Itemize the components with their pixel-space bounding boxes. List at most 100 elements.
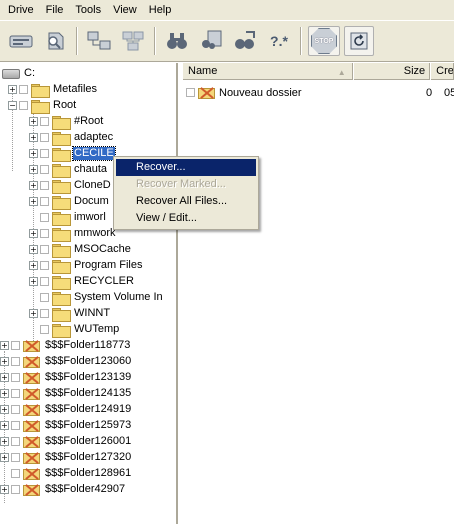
mark-checkbox[interactable]	[40, 213, 49, 222]
expand-icon[interactable]: +	[29, 117, 38, 126]
mark-checkbox[interactable]	[11, 453, 20, 462]
expand-icon[interactable]: +	[0, 421, 9, 430]
tree-item-root-child[interactable]: + CECILE	[29, 146, 116, 162]
expand-icon[interactable]: +	[29, 245, 38, 254]
tree-item-root-child[interactable]: + adaptec	[29, 130, 114, 146]
tree-drive-c[interactable]: C:	[2, 66, 36, 81]
tree-item-root-child[interactable]: + Docum	[29, 194, 110, 210]
tree-item-deleted-folder[interactable]: + $$$Folder42907	[0, 482, 126, 497]
mark-checkbox[interactable]	[11, 341, 20, 350]
expand-icon[interactable]: +	[0, 405, 9, 414]
tree-item-root-child[interactable]: + #Root	[29, 114, 104, 130]
mark-checkbox[interactable]	[40, 309, 49, 318]
expand-icon[interactable]: +	[29, 277, 38, 286]
collapse-icon[interactable]: −	[8, 101, 17, 110]
expand-icon[interactable]: +	[0, 485, 9, 494]
tree-item-root-child[interactable]: + mmwork	[29, 226, 117, 242]
list-item[interactable]: Nouveau dossier 0 05	[186, 85, 454, 100]
expand-icon[interactable]: +	[0, 389, 9, 398]
scan-icon[interactable]	[40, 26, 70, 56]
mark-checkbox[interactable]	[40, 165, 49, 174]
tree-item-deleted-folder[interactable]: + $$$Folder123139	[0, 370, 132, 385]
binoculars-icon[interactable]	[162, 26, 192, 56]
expand-icon[interactable]: +	[29, 149, 38, 158]
mark-checkbox[interactable]	[186, 88, 195, 97]
mark-checkbox[interactable]	[11, 389, 20, 398]
mark-checkbox[interactable]	[40, 181, 49, 190]
mark-checkbox[interactable]	[40, 133, 49, 142]
tree-item-root-child[interactable]: imworl	[29, 210, 107, 226]
mark-checkbox[interactable]	[40, 197, 49, 206]
menu-item-recover-all[interactable]: Recover All Files...	[116, 193, 256, 210]
tree-item-root-child[interactable]: + MSOCache	[29, 242, 132, 258]
tree-item-deleted-folder[interactable]: + $$$Folder127320	[0, 450, 132, 465]
expand-icon[interactable]: +	[0, 373, 9, 382]
expand-icon[interactable]: +	[0, 357, 9, 366]
tree-item-deleted-folder[interactable]: + $$$Folder126001	[0, 434, 132, 449]
mark-checkbox[interactable]	[11, 485, 20, 494]
folder-tree[interactable]: C: + Metafiles − Root + #Root + adaptec + C…	[0, 63, 178, 524]
tree-item-root-child[interactable]: + chauta	[29, 162, 108, 178]
network-icon[interactable]	[84, 26, 114, 56]
tree-item-metafiles[interactable]: + Metafiles	[8, 82, 98, 98]
column-header-name[interactable]: Name ▲	[182, 63, 353, 80]
mark-checkbox[interactable]	[11, 373, 20, 382]
mark-checkbox[interactable]	[40, 245, 49, 254]
expand-icon[interactable]: +	[29, 229, 38, 238]
column-header-created[interactable]: Cre	[430, 63, 454, 80]
mark-checkbox[interactable]	[40, 325, 49, 334]
menu-item-recover[interactable]: Recover...	[116, 159, 256, 176]
expand-icon[interactable]: +	[0, 341, 9, 350]
tree-item-root-child[interactable]: + WINNT	[29, 306, 111, 322]
mark-checkbox[interactable]	[40, 117, 49, 126]
expand-icon[interactable]: +	[0, 453, 9, 462]
expand-icon[interactable]: +	[29, 181, 38, 190]
recover-icon[interactable]	[344, 26, 374, 56]
tree-item-root-child[interactable]: WUTemp	[29, 322, 120, 338]
expand-icon[interactable]: +	[29, 197, 38, 206]
mark-checkbox[interactable]	[40, 229, 49, 238]
tree-item-root[interactable]: − Root	[8, 98, 77, 114]
tree-item-root-child[interactable]: + CloneD	[29, 178, 112, 194]
menu-view[interactable]: View	[107, 0, 143, 20]
tree-item-deleted-folder[interactable]: + $$$Folder124919	[0, 402, 132, 417]
menu-help[interactable]: Help	[143, 0, 178, 20]
tree-item-root-child[interactable]: + RECYCLER	[29, 274, 135, 290]
stop-icon[interactable]: STOP	[308, 26, 340, 56]
mark-checkbox[interactable]	[40, 261, 49, 270]
mark-checkbox[interactable]	[11, 421, 20, 430]
menu-file[interactable]: File	[40, 0, 70, 20]
wildcard-icon[interactable]: ?.*	[264, 26, 294, 56]
find-next-icon[interactable]	[230, 26, 260, 56]
mark-checkbox[interactable]	[40, 277, 49, 286]
tree-item-root-child[interactable]: System Volume In	[29, 290, 164, 306]
mark-checkbox[interactable]	[11, 469, 20, 478]
expand-icon[interactable]: +	[29, 133, 38, 142]
drive-icon[interactable]	[6, 26, 36, 56]
mark-checkbox[interactable]	[11, 357, 20, 366]
mark-checkbox[interactable]	[40, 149, 49, 158]
mark-checkbox[interactable]	[40, 293, 49, 302]
menu-item-view-edit[interactable]: View / Edit...	[116, 210, 256, 227]
mark-checkbox[interactable]	[11, 405, 20, 414]
mark-checkbox[interactable]	[19, 101, 28, 110]
tree-item-deleted-folder[interactable]: + $$$Folder118773	[0, 338, 131, 353]
expand-icon[interactable]: +	[29, 309, 38, 318]
find-icon[interactable]	[196, 26, 226, 56]
expand-icon[interactable]: +	[29, 261, 38, 270]
tree-item-deleted-folder[interactable]: + $$$Folder124135	[0, 386, 132, 401]
tree-item-deleted-folder[interactable]: $$$Folder128961	[0, 466, 132, 481]
file-list[interactable]: Name ▲ Size Cre Nouveau dossier 0 05	[182, 63, 454, 524]
tree-item-deleted-folder[interactable]: + $$$Folder123060	[0, 354, 132, 369]
mark-checkbox[interactable]	[19, 85, 28, 94]
expand-icon[interactable]: +	[8, 85, 17, 94]
column-header-size[interactable]: Size	[352, 63, 431, 80]
mark-checkbox[interactable]	[11, 437, 20, 446]
network-disk-icon[interactable]	[118, 26, 148, 56]
expand-icon[interactable]: +	[0, 437, 9, 446]
menu-drive[interactable]: Drive	[4, 0, 40, 20]
expand-icon[interactable]: +	[29, 165, 38, 174]
tree-item-deleted-folder[interactable]: + $$$Folder125973	[0, 418, 132, 433]
menu-tools[interactable]: Tools	[69, 0, 107, 20]
tree-item-root-child[interactable]: + Program Files	[29, 258, 143, 274]
